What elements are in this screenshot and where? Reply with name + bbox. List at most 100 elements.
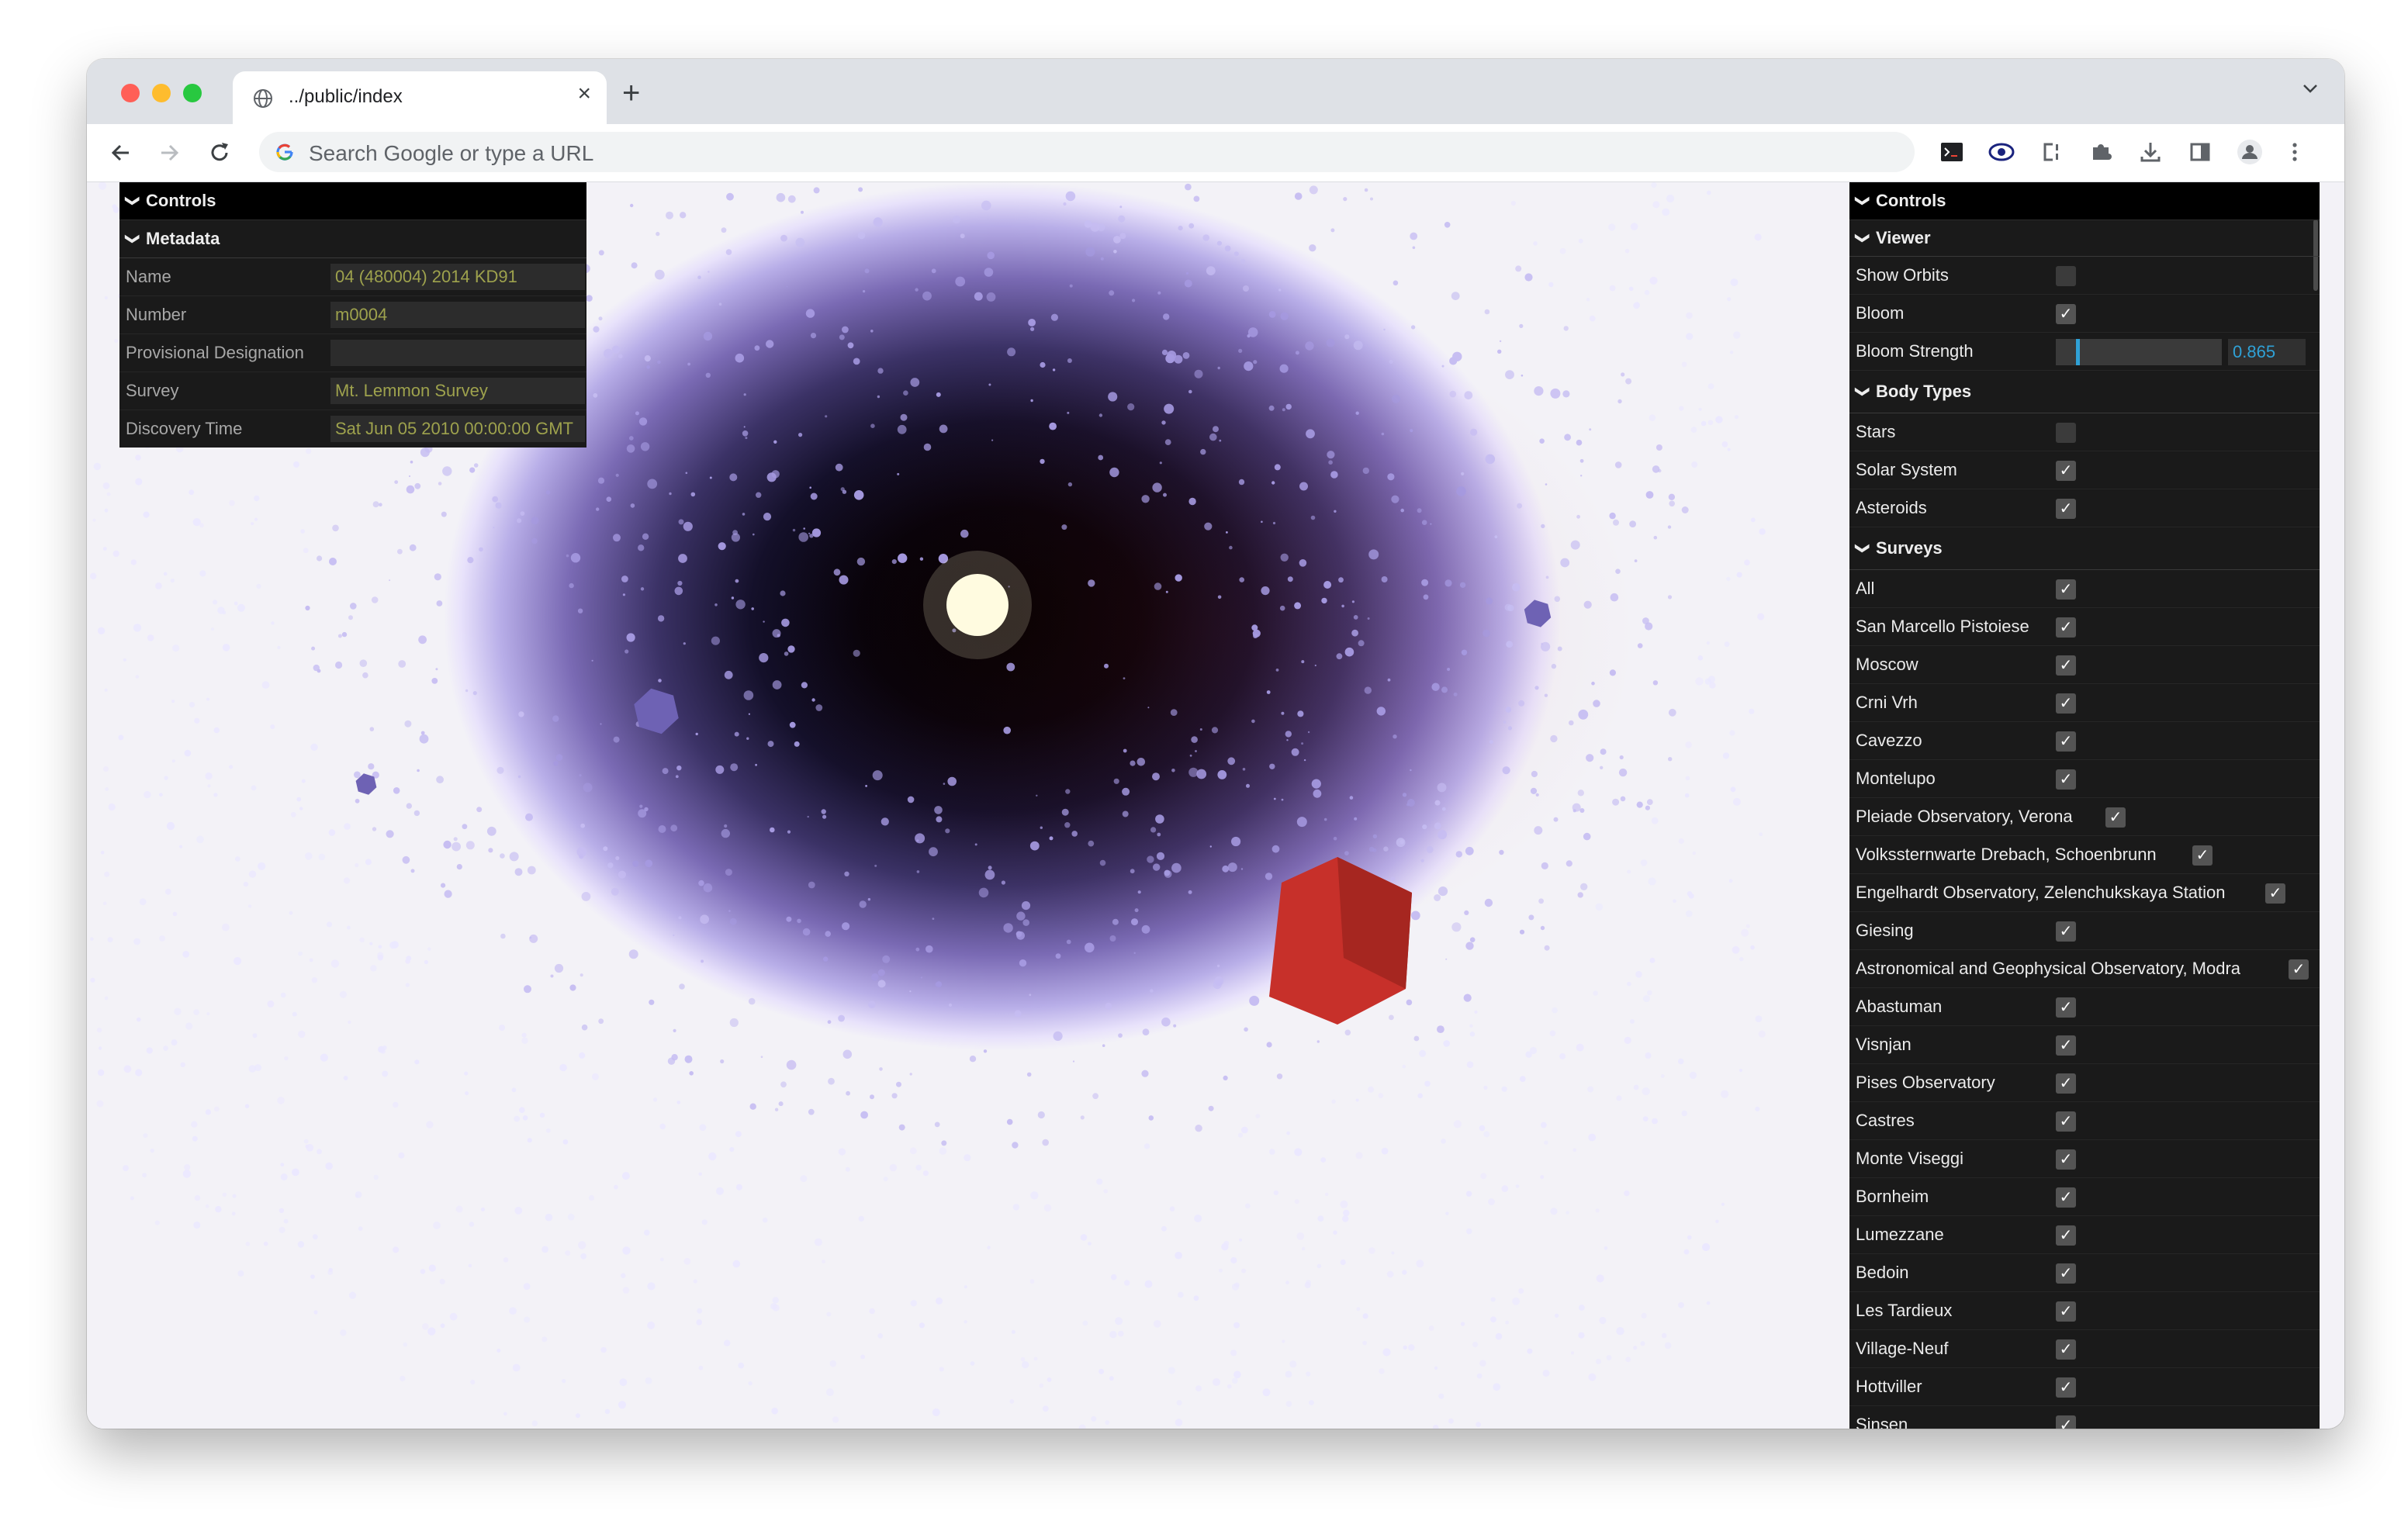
asteroid-particle — [1569, 720, 1574, 726]
planet-body[interactable] — [1524, 600, 1552, 627]
survey-checkbox[interactable]: ✓ — [2056, 1415, 2076, 1429]
survey-checkbox[interactable]: ✓ — [2056, 1149, 2076, 1170]
asteroid-particle — [1640, 1341, 1645, 1346]
asteroid-particle — [355, 798, 360, 804]
eye-extension-icon[interactable] — [1986, 137, 2017, 168]
asteroid-particle — [1157, 291, 1161, 295]
survey-checkbox[interactable]: ✓ — [2056, 579, 2076, 600]
asteroid-particle — [135, 478, 143, 486]
asteroid-particle — [189, 489, 195, 496]
asteroid-particle — [1123, 748, 1127, 753]
asteroid-particle — [428, 1264, 436, 1272]
body-types-folder-title[interactable]: ❯ Body Types — [1849, 371, 2320, 413]
survey-checkbox[interactable]: ✓ — [2056, 1263, 2076, 1284]
slider-handle[interactable] — [2075, 339, 2080, 365]
bloom-strength-input[interactable]: 0.865 — [2228, 339, 2306, 365]
survey-field[interactable]: Mt. Lemmon Survey — [330, 378, 585, 404]
tab-title: ../public/index — [289, 86, 403, 107]
survey-checkbox[interactable]: ✓ — [2265, 883, 2285, 904]
survey-checkbox[interactable]: ✓ — [2192, 845, 2213, 866]
stars-checkbox[interactable] — [2056, 423, 2076, 443]
asteroid-particle — [280, 1163, 285, 1167]
survey-checkbox[interactable]: ✓ — [2056, 1111, 2076, 1132]
asteroid-particle — [1227, 757, 1236, 766]
asteroid-particle — [724, 1339, 731, 1346]
minimize-window-button[interactable] — [152, 84, 171, 102]
survey-checkbox[interactable]: ✓ — [2056, 1073, 2076, 1094]
close-window-button[interactable] — [121, 84, 140, 102]
asteroid-particle — [628, 436, 634, 441]
survey-checkbox[interactable]: ✓ — [2289, 959, 2309, 980]
solar-system-checkbox[interactable]: ✓ — [2056, 461, 2076, 481]
terminal-extension-icon[interactable] — [1936, 137, 1967, 168]
asteroid-particle — [952, 216, 960, 224]
metadata-folder-title[interactable]: ❯ Metadata — [119, 220, 586, 258]
download-icon[interactable] — [2135, 137, 2166, 168]
survey-checkbox[interactable]: ✓ — [2105, 807, 2126, 828]
sun-body[interactable] — [946, 574, 1009, 636]
asteroid-particle — [440, 1323, 445, 1329]
asteroid-particle — [565, 1250, 571, 1256]
asteroid-particle — [1617, 399, 1622, 404]
asteroid-particle — [1677, 1058, 1684, 1065]
tab-search-chevron-icon[interactable] — [2299, 78, 2321, 99]
survey-checkbox[interactable]: ✓ — [2056, 655, 2076, 676]
bloom-checkbox[interactable]: ✓ — [2056, 304, 2076, 324]
asteroid-particle — [196, 835, 204, 844]
asteroid-particle — [1544, 945, 1550, 951]
survey-checkbox[interactable]: ✓ — [2056, 1301, 2076, 1322]
survey-checkbox[interactable]: ✓ — [2056, 693, 2076, 714]
webgl-scene-viewport[interactable]: ❯ Controls ❯ Metadata Name 04 (480004) 2… — [87, 182, 2344, 1429]
back-arrow-icon[interactable] — [106, 138, 135, 168]
left-controls-title[interactable]: ❯ Controls — [119, 182, 586, 220]
asteroid-particle — [1686, 312, 1693, 320]
asteroid-particle — [340, 1329, 347, 1336]
survey-checkbox[interactable]: ✓ — [2056, 1225, 2076, 1246]
asteroid-particle — [1313, 789, 1322, 798]
provisional-designation-field[interactable] — [330, 340, 585, 366]
zoom-window-button[interactable] — [183, 84, 202, 102]
discovery-time-field[interactable]: Sat Jun 05 2010 00:00:00 GMT — [330, 416, 585, 442]
surveys-folder-title[interactable]: ❯ Surveys — [1849, 527, 2320, 570]
survey-checkbox[interactable]: ✓ — [2056, 769, 2076, 790]
asteroid-particle — [1410, 769, 1412, 772]
asteroid-particle — [1419, 1049, 1427, 1057]
survey-checkbox[interactable]: ✓ — [2056, 997, 2076, 1018]
new-tab-button[interactable]: + — [622, 78, 640, 109]
number-field[interactable]: m0004 — [330, 302, 585, 328]
active-tab[interactable]: ../public/index × — [233, 71, 607, 126]
right-controls-title[interactable]: ❯ Controls — [1849, 182, 2320, 220]
forward-arrow-icon[interactable] — [155, 138, 185, 168]
asteroid-particle — [987, 1246, 991, 1249]
reload-icon[interactable] — [205, 138, 234, 168]
more-menu-icon[interactable] — [2279, 137, 2310, 168]
asteroid-particle — [554, 963, 564, 973]
profile-avatar-icon[interactable] — [2234, 137, 2265, 168]
name-field[interactable]: 04 (480004) 2014 KD91 — [330, 264, 585, 290]
asteroid-particle — [493, 527, 495, 529]
side-panel-icon[interactable] — [2185, 137, 2216, 168]
survey-checkbox[interactable]: ✓ — [2056, 1187, 2076, 1208]
viewer-folder-title[interactable]: ❯ Viewer — [1849, 220, 2320, 257]
survey-row: Volkssternwarte Drebach, Schoenbrunn ✓ — [1849, 836, 2320, 874]
survey-checkbox[interactable]: ✓ — [2056, 921, 2076, 942]
asteroid-particle — [1351, 600, 1354, 603]
asteroid-particle — [213, 793, 218, 797]
asteroids-checkbox[interactable]: ✓ — [2056, 499, 2076, 519]
asteroid-particle — [1105, 1420, 1110, 1425]
puzzle-extensions-icon[interactable] — [2085, 137, 2116, 168]
css-extension-icon[interactable] — [2036, 137, 2067, 168]
show-orbits-checkbox[interactable] — [2056, 266, 2076, 286]
address-bar[interactable]: Search Google or type a URL — [259, 132, 1915, 172]
asteroid-particle — [596, 507, 600, 511]
survey-checkbox[interactable]: ✓ — [2056, 1377, 2076, 1398]
survey-checkbox[interactable]: ✓ — [2056, 617, 2076, 638]
survey-checkbox[interactable]: ✓ — [2056, 1339, 2076, 1360]
asteroid-particle — [1272, 521, 1276, 525]
asteroid-particle — [146, 1047, 153, 1054]
bloom-strength-slider[interactable] — [2056, 339, 2222, 365]
close-tab-icon[interactable]: × — [577, 82, 591, 105]
survey-checkbox[interactable]: ✓ — [2056, 1035, 2076, 1056]
planet-body[interactable] — [634, 688, 679, 734]
survey-checkbox[interactable]: ✓ — [2056, 731, 2076, 752]
